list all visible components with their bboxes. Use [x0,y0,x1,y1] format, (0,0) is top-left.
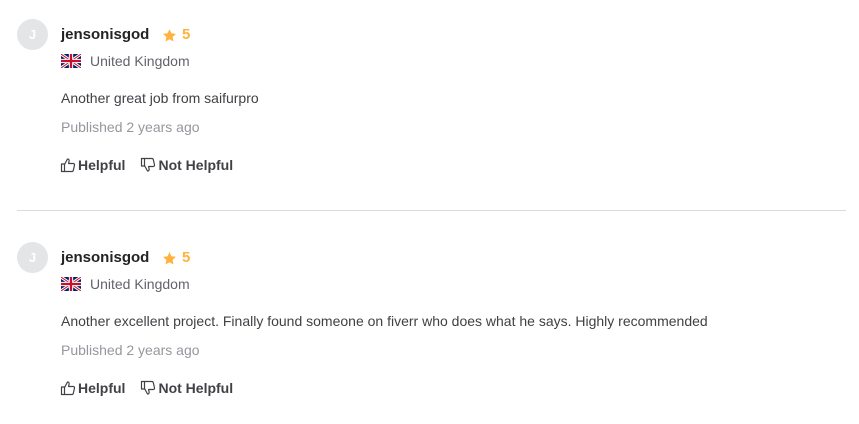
rating: 5 [162,248,190,268]
not-helpful-button[interactable]: Not Helpful [140,157,233,173]
published-date: Published 2 years ago [61,342,200,358]
published-date: Published 2 years ago [61,119,200,135]
review-text: Another great job from saifurpro [61,90,259,106]
helpful-label: Helpful [78,380,126,396]
uk-flag-icon [61,54,81,68]
not-helpful-label: Not Helpful [158,380,234,396]
thumbs-down-icon [140,380,156,396]
thumbs-up-icon [60,380,76,396]
rating-value: 5 [182,249,191,266]
star-icon [162,251,177,266]
star-icon [162,28,177,43]
not-helpful-button[interactable]: Not Helpful [140,380,233,396]
helpful-button[interactable]: Helpful [60,380,125,396]
uk-flag-icon [61,277,81,291]
country-name: United Kingdom [90,53,190,69]
reviewer-username[interactable]: jensonisgod [61,25,149,45]
rating-value: 5 [182,26,191,43]
reviewer-username[interactable]: jensonisgod [61,248,149,268]
rating: 5 [162,25,190,45]
avatar[interactable]: J [17,19,48,50]
helpful-button[interactable]: Helpful [60,157,125,173]
thumbs-down-icon [140,157,156,173]
country-name: United Kingdom [90,276,190,292]
thumbs-up-icon [60,157,76,173]
reviewer-country: United Kingdom [61,52,190,70]
review-feedback: Helpful Not Helpful [60,378,233,398]
not-helpful-label: Not Helpful [158,157,234,173]
reviewer-country: United Kingdom [61,275,190,293]
review-text: Another excellent project. Finally found… [61,313,708,329]
review-feedback: Helpful Not Helpful [60,155,233,175]
helpful-label: Helpful [78,157,126,173]
review-divider [17,210,846,211]
avatar[interactable]: J [17,242,48,273]
